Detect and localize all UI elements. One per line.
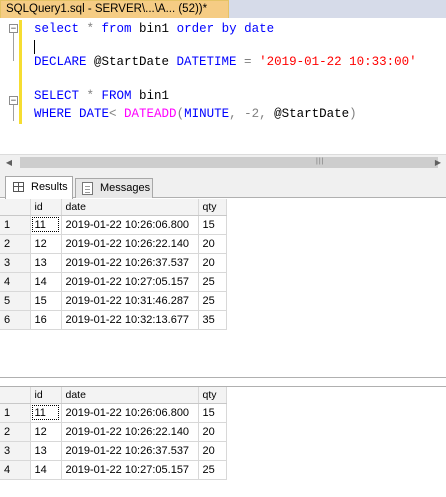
cell-id[interactable]: 14 [30,272,62,292]
messages-icon [82,182,93,195]
code-line-2: DECLARE @StartDate DATETIME = '2019-01-2… [34,55,417,69]
row-number-header[interactable] [0,199,31,216]
table-row[interactable]: 4 14 2019-01-22 10:27:05.157 25 [0,460,227,480]
cell-id[interactable]: 12 [30,234,62,254]
document-tab[interactable]: SQLQuery1.sql - SERVER\...\A... (52))* [0,0,229,18]
horizontal-scrollbar[interactable]: ◀ ||| ▶ [0,154,446,170]
header-row: id date qty [0,199,227,216]
cell-qty[interactable]: 35 [198,310,227,330]
text-caret [34,40,35,54]
column-header-id[interactable]: id [30,387,62,404]
row-number[interactable]: 2 [0,422,31,442]
collapse-icon[interactable]: − [9,24,18,34]
results-tab-bar: Results Messages [0,170,446,199]
cell-qty[interactable]: 20 [198,441,227,461]
row-number[interactable]: 6 [0,310,31,330]
row-number[interactable]: 1 [0,403,31,423]
row-number-header[interactable] [0,387,31,404]
grid-icon [13,182,24,192]
cell-date[interactable]: 2019-01-22 10:32:13.677 [61,310,199,330]
tab-messages-label: Messages [100,182,151,194]
column-header-qty[interactable]: qty [198,199,227,216]
row-number[interactable]: 3 [0,253,31,273]
cell-date[interactable]: 2019-01-22 10:27:05.157 [61,460,199,480]
cell-date[interactable]: 2019-01-22 10:26:06.800 [61,403,199,423]
cell-qty[interactable]: 15 [198,215,227,235]
sql-editor[interactable]: − − select * from bin1 order by date DEC… [0,18,446,154]
column-header-date[interactable]: date [61,199,199,216]
row-number[interactable]: 1 [0,215,31,235]
cell-id[interactable]: 13 [30,253,62,273]
cell-date[interactable]: 2019-01-22 10:26:22.140 [61,422,199,442]
column-header-qty[interactable]: qty [198,387,227,404]
header-row: id date qty [0,387,227,404]
cell-date[interactable]: 2019-01-22 10:26:22.140 [61,234,199,254]
cell-id[interactable]: 11 [30,215,62,235]
outline-line [13,105,14,121]
cell-qty[interactable]: 15 [198,403,227,423]
cell-qty[interactable]: 25 [198,272,227,292]
scroll-right-arrow-icon[interactable]: ▶ [432,157,444,169]
table-row[interactable]: 2 12 2019-01-22 10:26:22.140 20 [0,422,227,442]
collapse-icon[interactable]: − [9,96,18,106]
table-row[interactable]: 5 15 2019-01-22 10:31:46.287 25 [0,291,227,311]
row-number[interactable]: 4 [0,272,31,292]
result-grid-2[interactable]: id date qty 1 11 2019-01-22 10:26:06.800… [0,386,446,497]
cell-date[interactable]: 2019-01-22 10:26:06.800 [61,215,199,235]
code-line-1: select * from bin1 order by date [34,22,275,36]
outline-line [13,33,14,61]
cell-date[interactable]: 2019-01-22 10:26:37.537 [61,253,199,273]
table-row[interactable]: 2 12 2019-01-22 10:26:22.140 20 [0,234,227,254]
cell-id[interactable]: 14 [30,460,62,480]
cell-id[interactable]: 15 [30,291,62,311]
column-header-date[interactable]: date [61,387,199,404]
table-row[interactable]: 3 13 2019-01-22 10:26:37.537 20 [0,441,227,461]
table-row[interactable]: 3 13 2019-01-22 10:26:37.537 20 [0,253,227,273]
cell-date[interactable]: 2019-01-22 10:31:46.287 [61,291,199,311]
scrollbar-grip-icon: ||| [316,158,325,165]
row-number[interactable]: 2 [0,234,31,254]
cell-id[interactable]: 13 [30,441,62,461]
cell-qty[interactable]: 20 [198,253,227,273]
cell-qty[interactable]: 20 [198,234,227,254]
cell-date[interactable]: 2019-01-22 10:27:05.157 [61,272,199,292]
tab-messages[interactable]: Messages [75,178,153,198]
cell-qty[interactable]: 25 [198,291,227,311]
cell-date[interactable]: 2019-01-22 10:26:37.537 [61,441,199,461]
table-row[interactable]: 1 11 2019-01-22 10:26:06.800 15 [0,215,227,235]
row-number[interactable]: 4 [0,460,31,480]
table-row[interactable]: 6 16 2019-01-22 10:32:13.677 35 [0,310,227,330]
scrollbar-thumb[interactable] [20,157,438,168]
table-row[interactable]: 4 14 2019-01-22 10:27:05.157 25 [0,272,227,292]
change-tracking-bar [19,20,22,124]
cell-id[interactable]: 16 [30,310,62,330]
code-line-3: SELECT * FROM bin1 [34,89,170,103]
tab-results-label: Results [31,181,68,193]
cell-id[interactable]: 12 [30,422,62,442]
row-number[interactable]: 5 [0,291,31,311]
row-number[interactable]: 3 [0,441,31,461]
result-table-2: id date qty 1 11 2019-01-22 10:26:06.800… [0,387,227,480]
document-tab-strip: SQLQuery1.sql - SERVER\...\A... (52))* [0,0,446,18]
result-grid-1[interactable]: id date qty 1 11 2019-01-22 10:26:06.800… [0,199,446,378]
table-row[interactable]: 1 11 2019-01-22 10:26:06.800 15 [0,403,227,423]
tab-results[interactable]: Results [5,176,73,199]
cell-qty[interactable]: 25 [198,460,227,480]
document-tab-title: SQLQuery1.sql - SERVER\...\A... (52))* [6,3,208,15]
result-table-1: id date qty 1 11 2019-01-22 10:26:06.800… [0,199,227,330]
column-header-id[interactable]: id [30,199,62,216]
cell-qty[interactable]: 20 [198,422,227,442]
cell-id[interactable]: 11 [30,403,62,423]
code-line-4: WHERE DATE< DATEADD(MINUTE, -2, @StartDa… [34,107,357,121]
scroll-left-arrow-icon[interactable]: ◀ [3,157,15,169]
